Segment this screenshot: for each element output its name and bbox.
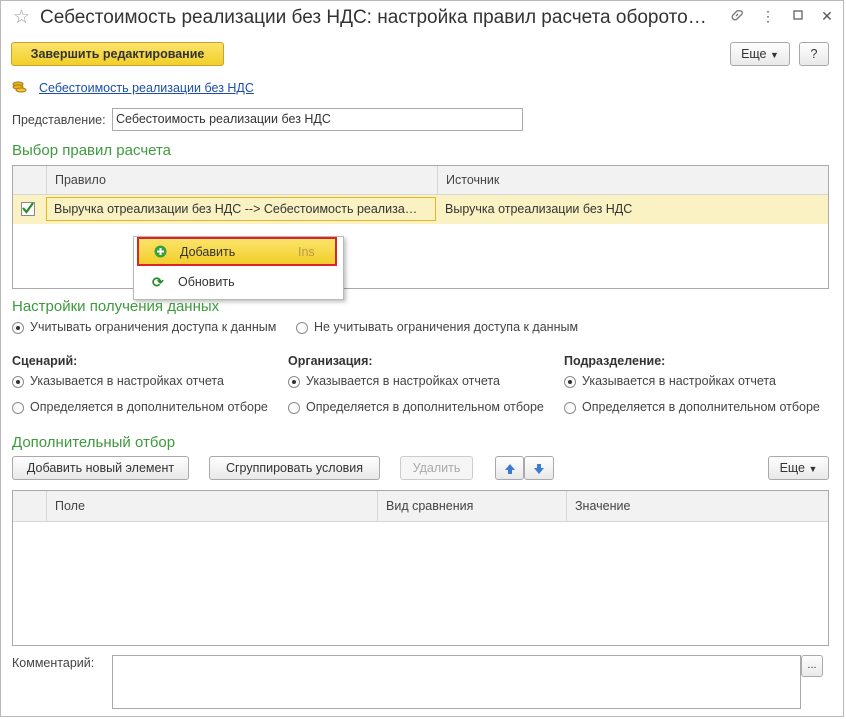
option-label: Указывается в настройках отчета xyxy=(306,374,500,388)
move-down-button[interactable] xyxy=(524,456,554,480)
menu-item-add[interactable]: Добавить Ins xyxy=(137,237,337,266)
row-checkbox[interactable] xyxy=(21,202,35,216)
radio-icon xyxy=(288,401,300,414)
arrow-up-icon xyxy=(504,461,516,475)
radio-icon xyxy=(564,375,576,388)
group-conditions-button[interactable]: Сгруппировать условия xyxy=(209,456,380,480)
option-label: Учитывать ограничения доступа к данным xyxy=(30,320,277,334)
radio-icon xyxy=(12,375,24,388)
favorite-star-icon[interactable]: ☆ xyxy=(13,6,30,29)
add-icon xyxy=(154,245,167,261)
representation-label: Представление: xyxy=(12,113,106,127)
radio-icon xyxy=(12,321,24,334)
delete-button[interactable]: Удалить xyxy=(400,456,473,480)
representation-input[interactable]: Себестоимость реализации без НДС xyxy=(112,108,523,131)
column-header-comparison[interactable]: Вид сравнения xyxy=(377,491,567,521)
context-menu: Добавить Ins ⟳ Обновить xyxy=(133,236,344,300)
menu-item-refresh-label: Обновить xyxy=(178,275,235,289)
comment-expand-button[interactable]: ... xyxy=(801,655,823,677)
radio-icon xyxy=(288,375,300,388)
access-restrictions-option-off[interactable]: Не учитывать ограничения доступа к данны… xyxy=(296,320,578,334)
option-label: Определяется в дополнительном отборе xyxy=(582,400,820,414)
column-header-rule[interactable]: Правило xyxy=(46,166,438,194)
window-title: Себестоимость реализации без НДС: настро… xyxy=(40,7,707,28)
column-header-value[interactable]: Значение xyxy=(566,491,828,521)
menu-item-add-label: Добавить xyxy=(180,245,236,259)
filter-more-button[interactable]: Еще ▼ xyxy=(768,456,829,480)
finish-editing-button[interactable]: Завершить редактирование xyxy=(11,42,224,66)
option-label: Указывается в настройках отчета xyxy=(30,374,224,388)
rules-table-header: Правило Источник xyxy=(13,166,828,195)
filter-section-title: Дополнительный отбор xyxy=(12,434,176,451)
column-header-field[interactable]: Поле xyxy=(46,491,378,521)
arrow-down-icon xyxy=(533,461,545,475)
move-up-button[interactable] xyxy=(495,456,524,480)
coins-icon xyxy=(12,80,28,97)
chevron-down-icon: ▼ xyxy=(808,464,818,474)
menu-item-add-shortcut: Ins xyxy=(298,245,315,259)
help-button[interactable]: ? xyxy=(799,42,829,66)
rules-section-title: Выбор правил расчета xyxy=(12,142,172,159)
organization-option-filter[interactable]: Определяется в дополнительном отборе xyxy=(288,400,544,414)
close-icon[interactable]: ✕ xyxy=(816,8,838,28)
chevron-down-icon: ▼ xyxy=(770,50,779,60)
more-button-label: Еще xyxy=(741,47,767,61)
minimize-icon[interactable] xyxy=(787,8,809,28)
data-settings-title: Настройки получения данных xyxy=(12,298,220,315)
row-rule-cell[interactable]: Выручка отреализации без НДС --> Себесто… xyxy=(46,197,436,221)
department-title: Подразделение: xyxy=(564,354,666,368)
scenario-option-report[interactable]: Указывается в настройках отчета xyxy=(12,374,224,388)
comment-input[interactable] xyxy=(112,655,801,709)
department-option-report[interactable]: Указывается в настройках отчета xyxy=(564,374,776,388)
refresh-icon: ⟳ xyxy=(152,274,164,290)
scenario-option-filter[interactable]: Определяется в дополнительном отборе xyxy=(12,400,268,414)
comment-label: Комментарий: xyxy=(12,656,95,670)
breadcrumb-link[interactable]: Себестоимость реализации без НДС xyxy=(39,81,254,95)
filter-more-label: Еще xyxy=(779,461,806,475)
option-label: Не учитывать ограничения доступа к данны… xyxy=(314,320,579,334)
access-restrictions-option-on[interactable]: Учитывать ограничения доступа к данным xyxy=(12,320,276,334)
menu-item-refresh[interactable]: ⟳ Обновить xyxy=(137,269,337,295)
scenario-title: Сценарий: xyxy=(12,354,78,368)
radio-icon xyxy=(564,401,576,414)
filter-table-header: Поле Вид сравнения Значение xyxy=(13,491,828,522)
radio-icon xyxy=(12,401,24,414)
department-option-filter[interactable]: Определяется в дополнительном отборе xyxy=(564,400,820,414)
column-header-source[interactable]: Источник xyxy=(437,166,829,194)
more-vertical-icon[interactable]: ⋮ xyxy=(757,8,779,28)
table-row[interactable]: Выручка отреализации без НДС --> Себесто… xyxy=(13,195,828,224)
option-label: Определяется в дополнительном отборе xyxy=(306,400,544,414)
row-source-cell[interactable]: Выручка отреализации без НДС xyxy=(445,195,632,224)
link-icon[interactable] xyxy=(726,8,748,28)
option-label: Определяется в дополнительном отборе xyxy=(30,400,268,414)
add-element-button[interactable]: Добавить новый элемент xyxy=(12,456,189,480)
organization-option-report[interactable]: Указывается в настройках отчета xyxy=(288,374,500,388)
organization-title: Организация: xyxy=(288,354,373,368)
more-button[interactable]: Еще ▼ xyxy=(730,42,790,66)
filter-table[interactable]: Поле Вид сравнения Значение xyxy=(12,490,829,646)
radio-icon xyxy=(296,321,308,334)
option-label: Указывается в настройках отчета xyxy=(582,374,776,388)
